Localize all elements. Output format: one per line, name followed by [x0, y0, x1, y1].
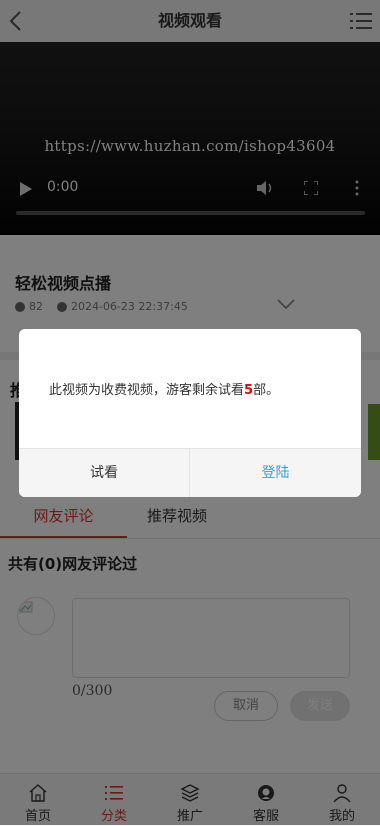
login-button[interactable]: 登陆: [190, 449, 361, 497]
trial-dialog: 此视频为收费视频，游客剩余试看5部。 试看 登陆: [19, 329, 361, 497]
trial-count: 5: [244, 383, 254, 398]
dialog-message: 此视频为收费视频，游客剩余试看5部。: [49, 383, 280, 398]
trial-button[interactable]: 试看: [19, 449, 190, 497]
dialog-footer: 试看 登陆: [19, 448, 361, 497]
